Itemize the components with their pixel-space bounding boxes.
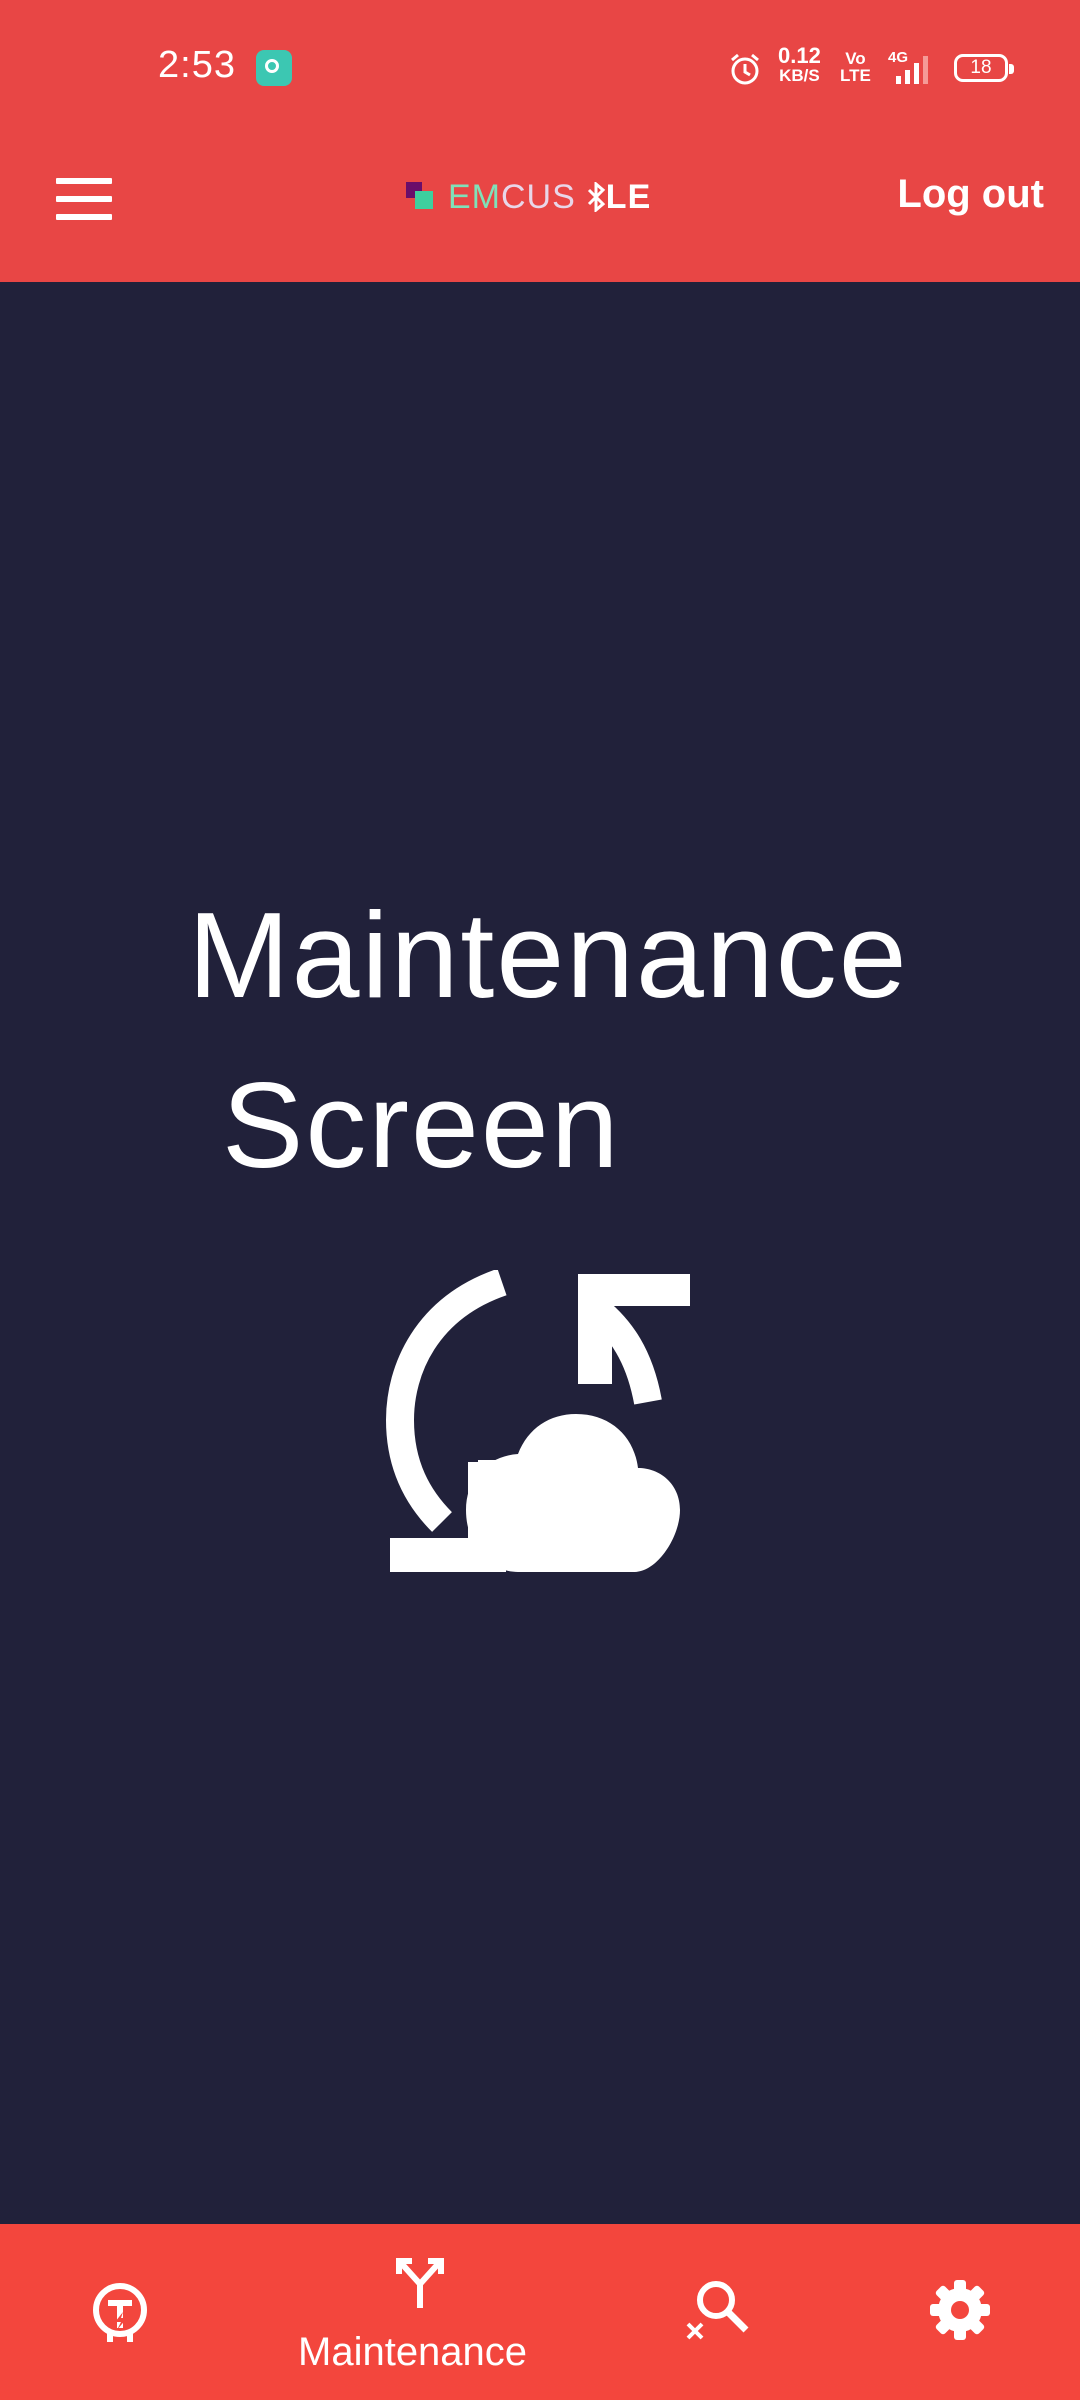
title-line-2: Screen xyxy=(222,1057,621,1193)
page-title: Maintenance Screen xyxy=(188,870,948,1210)
battery-level: 18 xyxy=(970,57,992,78)
emcus-ble-logo: EMCUS LE xyxy=(406,172,651,222)
search-clear-icon xyxy=(686,2281,749,2340)
nav-item-search[interactable] xyxy=(650,2224,780,2400)
menu-icon-bar xyxy=(56,214,112,220)
status-bar: 2:53 0.12 KB/S Vo LTE 4G 18 xyxy=(0,0,1080,136)
logo-em: EM xyxy=(448,177,501,216)
battery-indicator: 18 xyxy=(954,54,1014,82)
logo-ble: LE xyxy=(586,178,651,216)
menu-icon-bar xyxy=(56,196,112,202)
gear-icon xyxy=(930,2280,990,2340)
logo-mark xyxy=(406,182,436,212)
menu-icon xyxy=(56,178,112,184)
nav-item-firmware[interactable] xyxy=(60,2224,180,2400)
network-speed: 0.12 KB/S xyxy=(778,43,821,86)
signal-strength-icon: 4G xyxy=(888,49,928,84)
title-line-1: Maintenance xyxy=(188,887,909,1023)
volte-indicator: Vo LTE xyxy=(840,50,871,84)
network-type: 4G xyxy=(888,49,908,66)
nav-label-maintenance: Maintenance xyxy=(298,2330,528,2374)
status-time: 2:53 xyxy=(158,44,236,86)
app-header: 2:53 0.12 KB/S Vo LTE 4G 18 EMCUS LE Log… xyxy=(0,0,1080,282)
nav-item-settings[interactable] xyxy=(900,2224,1020,2400)
fork-arrows-icon xyxy=(396,2258,444,2308)
bottom-navigation: Maintenance xyxy=(0,2224,1080,2400)
logout-button[interactable]: Log out xyxy=(897,172,1044,217)
alarm-icon xyxy=(731,53,759,85)
menu-button[interactable] xyxy=(56,178,112,220)
volte-bottom: LTE xyxy=(840,66,871,85)
nav-item-maintenance[interactable]: Maintenance xyxy=(286,2224,556,2400)
firmware-update-icon xyxy=(93,2283,147,2342)
logo-ble-text: LE xyxy=(605,177,652,216)
bluetooth-icon xyxy=(587,180,606,213)
network-speed-value: 0.12 xyxy=(778,43,821,68)
logo-cus: CUS xyxy=(501,177,576,216)
screen-recorder-icon xyxy=(256,50,292,86)
network-speed-unit: KB/S xyxy=(779,66,820,85)
sync-cloud-icon xyxy=(386,1270,690,1572)
